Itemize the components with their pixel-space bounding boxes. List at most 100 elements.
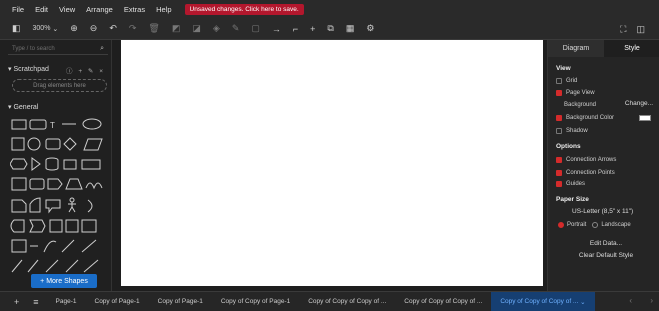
help-icon[interactable]: ⓘ — [66, 68, 75, 75]
shapes-icon[interactable]: ⧉ — [327, 22, 333, 36]
delete-icon[interactable]: 🗑 — [148, 22, 159, 36]
menu-view[interactable]: View — [59, 5, 75, 14]
menu-arrange[interactable]: Arrange — [86, 5, 113, 14]
unsaved-changes-button[interactable]: Unsaved changes. Click here to save. — [184, 3, 304, 15]
cylinder-shape — [45, 157, 59, 171]
arrow-line-shape — [61, 239, 75, 253]
fill-color-icon[interactable]: ◈ — [213, 22, 220, 36]
add-icon[interactable]: + — [78, 68, 84, 75]
menu-edit[interactable]: Edit — [35, 5, 48, 14]
background-color-checkbox[interactable] — [556, 115, 562, 121]
tab-style[interactable]: Style — [604, 40, 659, 57]
paper-size-select[interactable]: US-Letter (8,5" x 11") — [572, 208, 658, 215]
page-nav: ‹ › — [613, 296, 653, 305]
clear-default-style-button[interactable]: Clear Default Style — [556, 249, 656, 261]
edit-data-button[interactable]: Edit Data... — [556, 237, 656, 249]
scratchpad-header[interactable]: ▾ Scratchpad — [8, 65, 49, 73]
background-color-swatch[interactable] — [639, 115, 651, 121]
close-icon[interactable]: × — [99, 68, 105, 75]
undo-icon[interactable]: ↶ — [109, 22, 117, 36]
shapes-grid[interactable]: T — [9, 114, 110, 274]
double-arrow-shape — [83, 259, 99, 273]
general-header[interactable]: ▾ General — [8, 103, 38, 111]
page-tab-7[interactable]: Copy of Copy of Copy of ... ⌄ — [491, 291, 595, 311]
shapes-sidebar: Type / to search ⌕ ▾ Scratchpad ⓘ + ✎ × … — [0, 40, 112, 291]
ellipse-shape — [82, 118, 102, 130]
connector-shape — [27, 259, 39, 273]
search-input[interactable]: Type / to search — [12, 46, 55, 52]
previous-page-icon[interactable]: ‹ — [629, 296, 632, 305]
menu-file[interactable]: File — [12, 5, 24, 14]
shadow-label: Shadow — [566, 128, 588, 134]
menu-help[interactable]: Help — [156, 5, 171, 14]
tape-shape — [85, 182, 103, 190]
connection-arrows-option[interactable]: Connection Arrows — [556, 157, 616, 163]
more-shapes-button[interactable]: + More Shapes — [31, 274, 97, 288]
shadow-option[interactable]: Shadow — [556, 128, 588, 134]
grid-label: Grid — [566, 78, 578, 84]
line-color-icon[interactable]: ✎ — [232, 22, 240, 36]
portrait-radio[interactable] — [558, 222, 564, 228]
zoom-dropdown[interactable]: 300% ⌄ — [33, 22, 59, 36]
grid-checkbox[interactable] — [556, 78, 562, 84]
shape-search[interactable]: Type / to search ⌕ — [8, 43, 108, 55]
shadow-checkbox[interactable] — [556, 128, 562, 134]
page-tab-1[interactable]: Page-1 — [47, 292, 86, 311]
landscape-label: Landscape — [601, 222, 631, 228]
guides-checkbox[interactable] — [556, 181, 562, 187]
format-panel: Diagram Style View Grid Page View Backgr… — [547, 40, 659, 291]
diagram-page[interactable] — [121, 40, 543, 286]
next-page-icon[interactable]: › — [650, 296, 653, 305]
page-tab-4[interactable]: Copy of Copy of Page-1 — [212, 292, 299, 311]
fullscreen-icon[interactable]: ⛶ — [620, 22, 626, 36]
actor-shape — [69, 197, 75, 203]
format-panel-toggle-icon[interactable]: ◧ — [12, 22, 21, 36]
connection-points-checkbox[interactable] — [556, 170, 562, 176]
page-view-checkbox[interactable] — [556, 90, 562, 96]
tab-diagram[interactable]: Diagram — [548, 40, 604, 57]
page-view-option[interactable]: Page View — [556, 90, 595, 96]
redo-icon[interactable]: ↷ — [129, 22, 137, 36]
connection-arrows-label: Connection Arrows — [566, 157, 617, 163]
to-front-icon[interactable]: ◩ — [172, 22, 181, 36]
insert-icon[interactable]: + — [310, 22, 315, 36]
grid-option[interactable]: Grid — [556, 78, 577, 84]
background-change-button[interactable]: Change... — [625, 100, 653, 107]
scratchpad-dropzone[interactable]: Drag elements here — [12, 79, 107, 92]
link-shape — [11, 259, 23, 273]
arrow-shape — [45, 259, 59, 273]
page-tab-2[interactable]: Copy of Page-1 — [86, 292, 149, 311]
guides-option[interactable]: Guides — [556, 181, 585, 187]
zoom-in-icon[interactable]: ⊕ — [70, 22, 78, 36]
connection-points-option[interactable]: Connection Points — [556, 170, 615, 176]
add-page-icon[interactable]: + — [14, 297, 19, 307]
shadow-icon[interactable]: ▢ — [251, 22, 260, 36]
table-icon[interactable]: ▦ — [346, 22, 355, 36]
pages-menu-icon[interactable]: ≡ — [33, 297, 38, 307]
frame-shape — [65, 219, 79, 233]
connection-icon[interactable]: → — [272, 22, 281, 36]
to-back-icon[interactable]: ◪ — [192, 22, 201, 36]
waypoints-icon[interactable]: ⌐ — [293, 22, 298, 36]
square-shape — [11, 137, 25, 151]
bidirectional-arrow-shape — [81, 239, 97, 253]
general-shapes-palette: T — [9, 114, 110, 274]
landscape-radio[interactable] — [592, 222, 599, 228]
background-color-option[interactable]: Background Color — [556, 115, 614, 121]
connection-arrows-checkbox[interactable] — [556, 157, 562, 163]
data-storage-shape — [29, 197, 41, 213]
format-panel-icon[interactable]: ◫ — [636, 22, 645, 36]
cube-shape — [29, 178, 45, 190]
menu-extras[interactable]: Extras — [124, 5, 145, 14]
zoom-out-icon[interactable]: ⊖ — [90, 22, 98, 36]
rectangle-shape — [11, 119, 27, 130]
text-shape: T — [50, 121, 55, 130]
layout-icon[interactable]: ⚙ — [366, 22, 374, 36]
guides-label: Guides — [566, 181, 586, 187]
page-tab-3[interactable]: Copy of Page-1 — [149, 292, 212, 311]
page-tab-6[interactable]: Copy of Copy of Copy of ... — [395, 292, 491, 311]
edit-icon[interactable]: ✎ — [88, 68, 95, 75]
diagram-canvas[interactable] — [113, 40, 545, 291]
search-icon[interactable]: ⌕ — [100, 45, 104, 53]
page-tab-5[interactable]: Copy of Copy of Copy of ... — [299, 292, 395, 311]
